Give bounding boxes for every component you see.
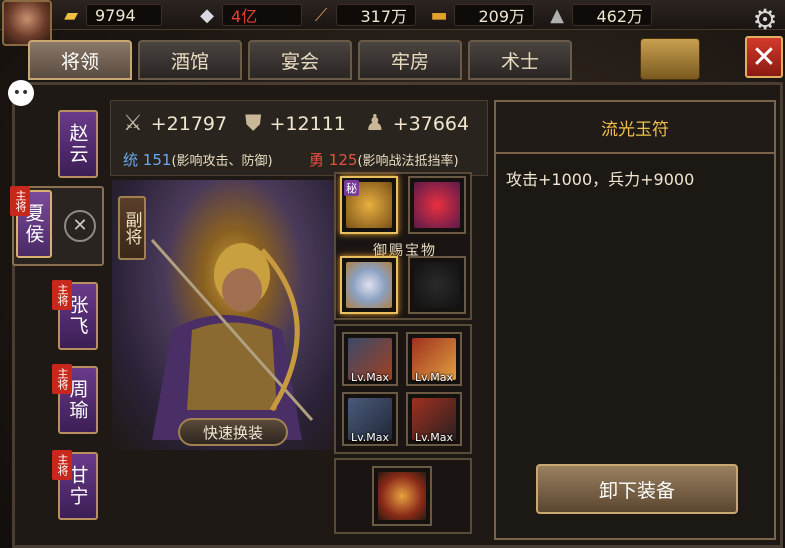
item-name: 流光玉符 (496, 102, 774, 154)
gold-ingot-icon: ▰ (64, 4, 78, 26)
chat-icon[interactable]: •• (8, 80, 34, 106)
resource-silver: ◆ 4亿 (192, 3, 302, 27)
equip-armor-slot[interactable]: Lv.Max (406, 332, 462, 386)
quick-equip-button[interactable]: 快速换装 (178, 418, 288, 446)
item-description: 攻击+1000，兵力+9000 (506, 170, 695, 189)
tab-prison[interactable]: 牢房 (358, 40, 462, 80)
main-general-badge: 主将 (10, 186, 30, 216)
sword-icon: ⚔ (123, 111, 143, 136)
equip-horse-slot[interactable]: Lv.Max (342, 392, 398, 446)
resource-gold-value: 9794 (86, 4, 162, 26)
lv-max-label: Lv.Max (414, 431, 454, 444)
tab-tavern[interactable]: 酒馆 (138, 40, 242, 80)
yong-desc: (影响战法抵挡率) (357, 154, 459, 169)
tong-label: 统 (123, 151, 139, 169)
bow-icon: ✕ (64, 210, 96, 242)
yong-value: 125 (328, 151, 358, 169)
main-general-badge: 主将 (52, 364, 72, 394)
lv-max-label: Lv.Max (350, 431, 390, 444)
yong-stat: 勇 125(影响战法抵挡率) (309, 149, 459, 170)
imperial-treasure-slot-1[interactable] (340, 256, 398, 314)
equip-mount-slot[interactable]: Lv.Max (406, 392, 462, 446)
close-button[interactable]: ✕ (745, 36, 783, 78)
troops-stat: ♟ +37664 (365, 111, 469, 136)
unequip-button[interactable]: 卸下装备 (536, 464, 738, 514)
wood-icon: ⟋ (314, 4, 328, 26)
resource-copper-value: 209万 (454, 4, 534, 26)
resource-gold: ▰ 9794 (56, 3, 162, 27)
tab-sorcerer[interactable]: 术士 (468, 40, 572, 80)
tab-generals[interactable]: 将领 (28, 40, 132, 80)
treasure-slot-1[interactable]: 秘 (340, 176, 398, 234)
yong-label: 勇 (309, 151, 325, 169)
soldier-icon: ♟ (365, 111, 385, 136)
resource-wood-value: 317万 (336, 4, 416, 26)
stats-panel: ⚔ +21797 ⛊ +12111 ♟ +37664 统 151(影响攻击、防御… (110, 100, 488, 176)
main-general-badge: 主将 (52, 450, 72, 480)
shield-icon: ⛊ (245, 111, 262, 136)
lv-max-label: Lv.Max (414, 371, 454, 384)
attack-stat: ⚔ +21797 (123, 111, 227, 136)
troops-value: +37664 (392, 112, 470, 135)
secret-badge: 秘 (344, 180, 359, 196)
tong-value: 151 (142, 151, 172, 169)
treasure-slot-2[interactable] (408, 176, 466, 234)
gear-icon[interactable]: ⚙ (751, 6, 779, 34)
resource-stone-value: 462万 (572, 4, 652, 26)
equip-weapon-slot[interactable]: Lv.Max (342, 332, 398, 386)
defense-value: +12111 (269, 112, 346, 135)
resource-wood: ⟋ 317万 (306, 3, 416, 27)
resource-stone: ▲ 462万 (542, 3, 652, 27)
attack-value: +21797 (150, 112, 228, 135)
deputy-general-button[interactable]: 副将 (118, 196, 146, 260)
lv-max-label: Lv.Max (350, 371, 390, 384)
resource-copper: ▬ 209万 (424, 3, 534, 27)
item-detail-panel: 流光玉符 攻击+1000，兵力+9000 卸下装备 (494, 100, 776, 540)
silver-icon: ◆ (200, 4, 214, 26)
main-tabs: 将领 酒馆 宴会 牢房 术士 (28, 40, 572, 80)
tong-stat: 统 151(影响攻击、防御) (123, 149, 273, 170)
copper-icon: ▬ (430, 4, 448, 26)
defense-stat: ⛊ +12111 (245, 111, 346, 136)
stone-icon: ▲ (550, 4, 564, 26)
resource-silver-value: 4亿 (222, 4, 302, 26)
tab-banquet[interactable]: 宴会 (248, 40, 352, 80)
general-zhao-yun[interactable]: 赵云 (58, 110, 98, 178)
imperial-treasure-slot-2[interactable] (408, 256, 466, 314)
main-general-badge: 主将 (52, 280, 72, 310)
companion-slot[interactable] (372, 466, 432, 526)
tong-desc: (影响攻击、防御) (171, 154, 273, 169)
treasure-chest-icon[interactable] (640, 38, 700, 80)
